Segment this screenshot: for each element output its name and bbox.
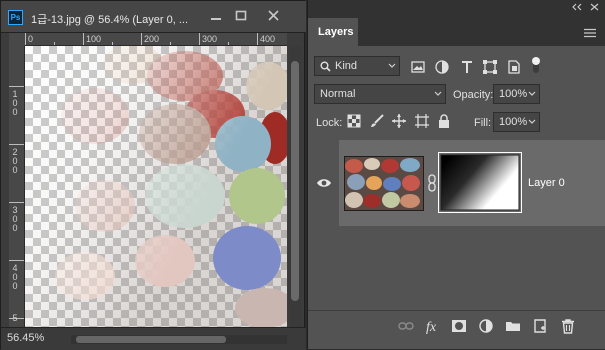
fill-label: Fill: bbox=[474, 117, 492, 129]
document-tab[interactable]: Ps 1급-13.jpg @ 56.4% (Layer 0, ... bbox=[1, 1, 306, 33]
new-adjustment-layer-icon[interactable] bbox=[478, 318, 494, 334]
vertical-ruler: 1 0 0 2 0 0 3 0 0 4 0 0 5 bbox=[9, 46, 25, 327]
layer-name[interactable]: Layer 0 bbox=[528, 177, 565, 189]
image-canvas[interactable] bbox=[25, 46, 287, 327]
new-layer-icon[interactable] bbox=[532, 318, 548, 334]
ruler-label: 400 bbox=[260, 34, 276, 44]
close-icon bbox=[268, 10, 279, 21]
close-panel-icon[interactable] bbox=[590, 3, 600, 11]
eye-icon[interactable] bbox=[316, 177, 332, 189]
add-layer-mask-icon[interactable] bbox=[451, 318, 467, 334]
chevron-down-icon bbox=[434, 91, 442, 96]
ruler-label: 100 bbox=[86, 34, 102, 44]
lock-all-icon[interactable] bbox=[437, 113, 451, 129]
search-icon bbox=[320, 61, 331, 72]
layers-bottom-toolbar: fx bbox=[308, 310, 605, 340]
vertical-scroll-thumb[interactable] bbox=[291, 61, 299, 301]
adjustment-layer-filter-icon[interactable] bbox=[433, 58, 451, 76]
panel-menu-icon[interactable] bbox=[584, 28, 596, 38]
filter-toggle-icon[interactable] bbox=[530, 55, 542, 75]
minimize-button[interactable] bbox=[205, 7, 227, 25]
lock-label: Lock: bbox=[316, 117, 343, 129]
layer-thumbnail[interactable] bbox=[344, 156, 424, 211]
layer-style-fx-icon[interactable]: fx bbox=[425, 317, 443, 335]
ruler-label: 5 bbox=[12, 313, 18, 323]
fill-field[interactable]: 100% bbox=[493, 112, 540, 132]
ruler-label: 0 bbox=[28, 34, 34, 44]
ruler-label: 200 bbox=[144, 34, 160, 44]
smart-object-filter-icon[interactable] bbox=[505, 58, 523, 76]
filter-kind-dropdown[interactable]: Kind bbox=[314, 56, 400, 76]
lock-transparent-pixels-icon[interactable] bbox=[347, 114, 361, 128]
chevron-down-icon bbox=[528, 119, 536, 124]
chevron-down-icon bbox=[388, 63, 396, 68]
lock-image-pixels-icon[interactable] bbox=[369, 113, 385, 129]
zoom-level[interactable]: 56.45% bbox=[7, 332, 44, 344]
layer-row[interactable]: Layer 0 bbox=[339, 140, 605, 226]
blend-mode-dropdown[interactable]: Normal bbox=[314, 84, 446, 104]
opacity-value: 100% bbox=[499, 88, 528, 100]
layer-mask-link-icon[interactable] bbox=[427, 174, 437, 192]
layer-mask-thumbnail[interactable] bbox=[438, 152, 522, 213]
lock-position-icon[interactable] bbox=[391, 113, 407, 129]
maximize-button[interactable] bbox=[230, 7, 252, 25]
layer-visibility-column bbox=[308, 140, 339, 226]
new-group-folder-icon[interactable] bbox=[505, 318, 521, 334]
panel-header bbox=[308, 0, 605, 14]
shape-layer-filter-icon[interactable] bbox=[481, 58, 499, 76]
horizontal-scroll-thumb[interactable] bbox=[76, 336, 226, 343]
maximize-icon bbox=[235, 10, 247, 21]
chevron-down-icon bbox=[528, 91, 536, 96]
delete-layer-trash-icon[interactable] bbox=[560, 318, 576, 334]
ruler-label: 3 0 0 bbox=[12, 205, 18, 233]
lock-artboard-icon[interactable] bbox=[414, 113, 430, 129]
document-window: Ps 1급-13.jpg @ 56.4% (Layer 0, ... 0 100… bbox=[0, 0, 306, 350]
ruler-label: 1 0 0 bbox=[12, 89, 18, 117]
pixel-layer-filter-icon[interactable] bbox=[409, 58, 427, 76]
close-button[interactable] bbox=[263, 7, 285, 25]
opacity-label: Opacity: bbox=[453, 89, 494, 101]
ruler-label: 300 bbox=[202, 34, 218, 44]
document-title: 1급-13.jpg @ 56.4% (Layer 0, ... bbox=[31, 14, 189, 26]
pebbles-image bbox=[25, 46, 287, 327]
collapse-panel-icon[interactable] bbox=[571, 3, 583, 11]
type-layer-filter-icon[interactable] bbox=[458, 58, 476, 76]
ruler-label: 2 0 0 bbox=[12, 147, 18, 175]
layers-panel: Layers Kind Normal Opacity: 100% Lock: F… bbox=[307, 0, 605, 349]
status-bar: 56.45% bbox=[1, 327, 306, 350]
horizontal-ruler: 0 100 200 300 400 bbox=[25, 33, 287, 46]
ruler-label: 4 0 0 bbox=[12, 263, 18, 291]
ruler-corner bbox=[9, 33, 25, 46]
tab-layers[interactable]: Layers bbox=[312, 20, 354, 44]
minimize-icon bbox=[211, 18, 221, 20]
svg-text:fx: fx bbox=[426, 320, 437, 335]
filter-kind-label: Kind bbox=[335, 60, 358, 72]
opacity-field[interactable]: 100% bbox=[493, 84, 540, 104]
photoshop-icon: Ps bbox=[8, 10, 23, 25]
blend-mode-value: Normal bbox=[320, 88, 356, 100]
link-layers-icon[interactable] bbox=[398, 319, 414, 333]
fill-value: 100% bbox=[499, 116, 528, 128]
